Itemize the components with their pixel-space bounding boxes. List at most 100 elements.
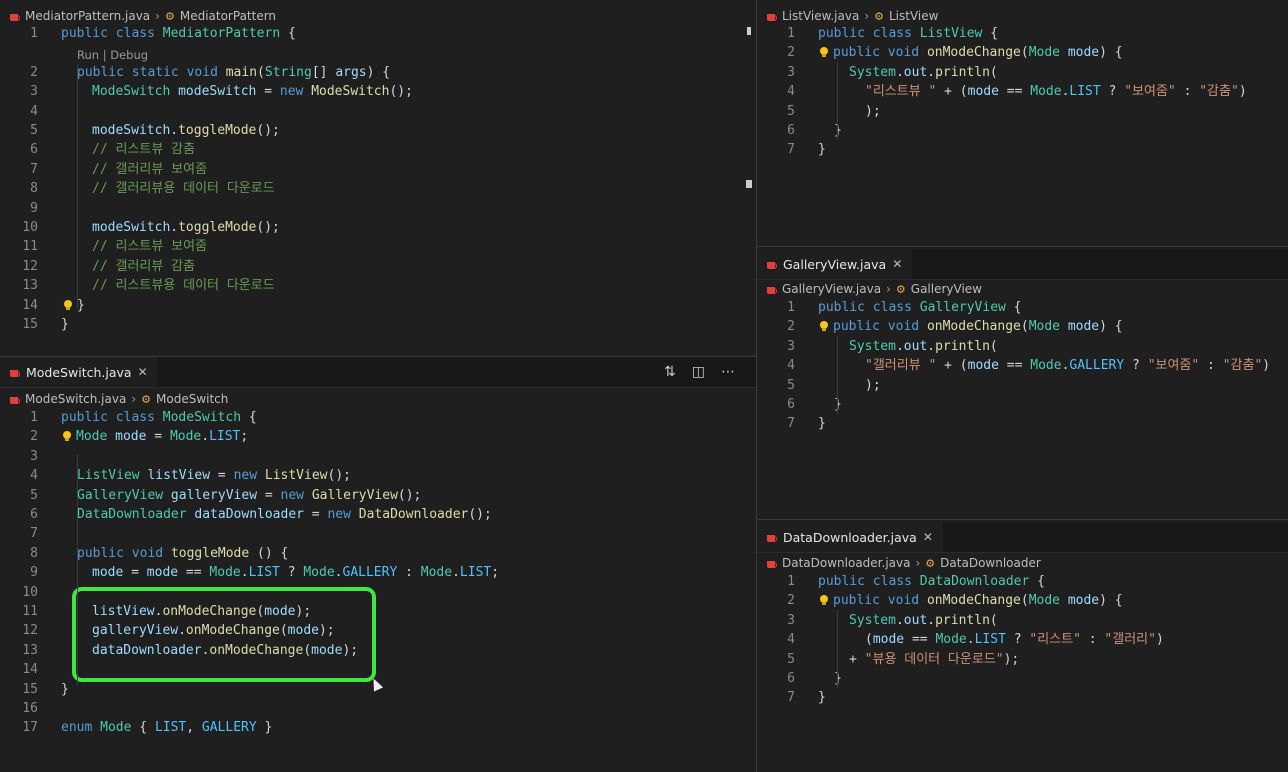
code-line[interactable]: 9 mode = mode == Mode.LIST ? Mode.GALLERY… (0, 563, 756, 582)
code-token: GALLERY (201, 720, 257, 736)
line-number: 4 (787, 358, 795, 374)
tab-datadownloader[interactable]: DataDownloader.java ✕ (757, 522, 943, 552)
horizontal-splitter[interactable] (0, 356, 756, 357)
code-line[interactable]: 7} (757, 140, 1288, 159)
close-icon[interactable]: ✕ (892, 257, 902, 271)
vertical-splitter[interactable] (756, 0, 757, 772)
code-token: ? (1100, 84, 1125, 100)
close-icon[interactable]: ✕ (138, 365, 148, 379)
compare-changes-icon[interactable]: ⇅ (664, 364, 676, 380)
breadcrumb-file[interactable]: MediatorPattern.java (25, 9, 150, 23)
breadcrumb-class[interactable]: MediatorPattern (180, 9, 276, 23)
code-line[interactable]: 3 ModeSwitch modeSwitch = new ModeSwitch(… (0, 82, 756, 101)
tab-modeswitch[interactable]: ModeSwitch.java ✕ (0, 357, 158, 387)
code-token: } (818, 690, 826, 706)
more-actions-icon[interactable]: ⋯ (721, 364, 735, 380)
horizontal-splitter[interactable] (757, 246, 1288, 247)
breadcrumb-file[interactable]: DataDownloader.java (782, 556, 910, 570)
code-line[interactable]: 3 (0, 447, 756, 466)
code-text: modeSwitch.toggleMode(); (92, 218, 280, 237)
code-line[interactable]: 6 DataDownloader dataDownloader = new Dat… (0, 505, 756, 524)
breadcrumb[interactable]: ModeSwitch.java › ⚙ ModeSwitch (10, 389, 228, 409)
breadcrumb[interactable]: ListView.java › ⚙ ListView (767, 6, 938, 26)
code-token: } (256, 720, 273, 736)
code-line[interactable]: 4 ListView listView = new ListView(); (0, 466, 756, 485)
lightbulb-icon[interactable] (820, 47, 828, 58)
code-line[interactable]: 16 (0, 699, 756, 718)
code-line[interactable]: 7} (757, 414, 1288, 433)
code-line[interactable]: 1 public class ListView { (757, 24, 1288, 43)
code-text: } (818, 140, 826, 159)
code-token: GalleryView (77, 487, 164, 503)
breadcrumb-file[interactable]: ModeSwitch.java (25, 392, 126, 406)
breadcrumb-class[interactable]: ModeSwitch (156, 392, 228, 406)
code-text: // 갤러리뷰 보여줌 (92, 160, 207, 179)
code-line[interactable]: 12 // 갤러리뷰 감춤 (0, 257, 756, 276)
breadcrumb[interactable]: DataDownloader.java › ⚙ DataDownloader (767, 553, 1041, 573)
code-line[interactable]: 17 enum Mode { LIST, GALLERY } (0, 718, 756, 737)
code-line[interactable]: 2 public void onModeChange(Mode mode) { (757, 43, 1288, 62)
code-text: public void onModeChange(Mode mode) { (820, 43, 1123, 62)
codelens-run-debug[interactable]: Run | Debug (77, 46, 148, 64)
lightbulb-icon[interactable] (820, 595, 828, 606)
code-token: new (327, 507, 351, 522)
horizontal-splitter[interactable] (757, 519, 1288, 520)
code-text: ); (865, 102, 881, 121)
code-token: out (903, 338, 928, 354)
code-line[interactable]: 5 modeSwitch.toggleMode(); (0, 121, 756, 140)
code-token: toggleMode (178, 123, 257, 138)
tab-bar: GalleryView.java ✕ (757, 249, 1288, 280)
code-line[interactable]: 7 (0, 524, 756, 543)
code-line[interactable]: 13 // 리스트뷰용 데이터 다운로드 (0, 276, 756, 295)
tab-galleryview[interactable]: GalleryView.java ✕ (757, 249, 913, 279)
code-line[interactable]: 1 public class MediatorPattern { (0, 24, 756, 43)
code-line[interactable]: 1 public class DataDownloader { (757, 572, 1288, 591)
code-line[interactable]: 2 Mode mode = Mode.LIST; (0, 427, 756, 446)
indent-guide (837, 336, 838, 414)
code-line[interactable]: 9 (0, 199, 756, 218)
code-token: . (895, 64, 904, 80)
lightbulb-icon[interactable] (63, 431, 71, 442)
breadcrumb[interactable]: MediatorPattern.java › ⚙ MediatorPattern (10, 6, 276, 26)
close-icon[interactable]: ✕ (923, 530, 933, 544)
breadcrumb-class[interactable]: DataDownloader (940, 556, 1041, 570)
code-line[interactable]: 6 // 리스트뷰 감춤 (0, 140, 756, 159)
code-line[interactable]: 2 public static void main(String[] args) … (0, 63, 756, 82)
code-token: public (818, 300, 865, 315)
code-line[interactable]: 10 modeSwitch.toggleMode(); (0, 218, 756, 237)
code-line[interactable]: 7} (757, 688, 1288, 707)
breadcrumb-class[interactable]: GalleryView (911, 282, 982, 296)
chevron-right-icon: › (915, 556, 921, 570)
code-token: == (998, 84, 1031, 100)
code-line[interactable]: 7 // 갤러리뷰 보여줌 (0, 160, 756, 179)
breadcrumb-file[interactable]: GalleryView.java (782, 282, 881, 296)
code-line[interactable]: 4 (0, 102, 756, 121)
code-line[interactable]: 2 public void onModeChange(Mode mode) { (757, 317, 1288, 336)
code-line[interactable]: 1 public class ModeSwitch { (0, 408, 756, 427)
split-editor-icon[interactable]: ◫ (692, 364, 705, 380)
breadcrumb[interactable]: GalleryView.java › ⚙ GalleryView (767, 279, 982, 299)
breadcrumb-file[interactable]: ListView.java (782, 9, 859, 23)
lightbulb-icon[interactable] (64, 299, 72, 310)
lightbulb-icon[interactable] (820, 321, 828, 332)
code-line[interactable]: 11 // 리스트뷰 보여줌 (0, 237, 756, 256)
code-line[interactable]: 8 public void toggleMode () { (0, 544, 756, 563)
code-line[interactable]: 15} (0, 315, 756, 334)
code-token: class (115, 410, 155, 425)
line-number: 5 (30, 487, 38, 503)
code-token: ) (1262, 358, 1271, 374)
code-line[interactable]: 2 public void onModeChange(Mode mode) { (757, 591, 1288, 610)
code-token: println (935, 338, 990, 354)
breadcrumb-class[interactable]: ListView (889, 9, 938, 23)
code-token: public (77, 64, 124, 80)
code-token: "갤러리뷰 " (865, 358, 937, 374)
code-line[interactable]: 14} (0, 296, 756, 315)
code-line[interactable]: 1 public class GalleryView { (757, 298, 1288, 317)
code-line[interactable]: 5 GalleryView galleryView = new GalleryVi… (0, 486, 756, 505)
chevron-right-icon: › (864, 9, 870, 23)
code-line[interactable]: 8 // 갤러리뷰용 데이터 다운로드 (0, 179, 756, 198)
code-text: } (818, 414, 826, 433)
